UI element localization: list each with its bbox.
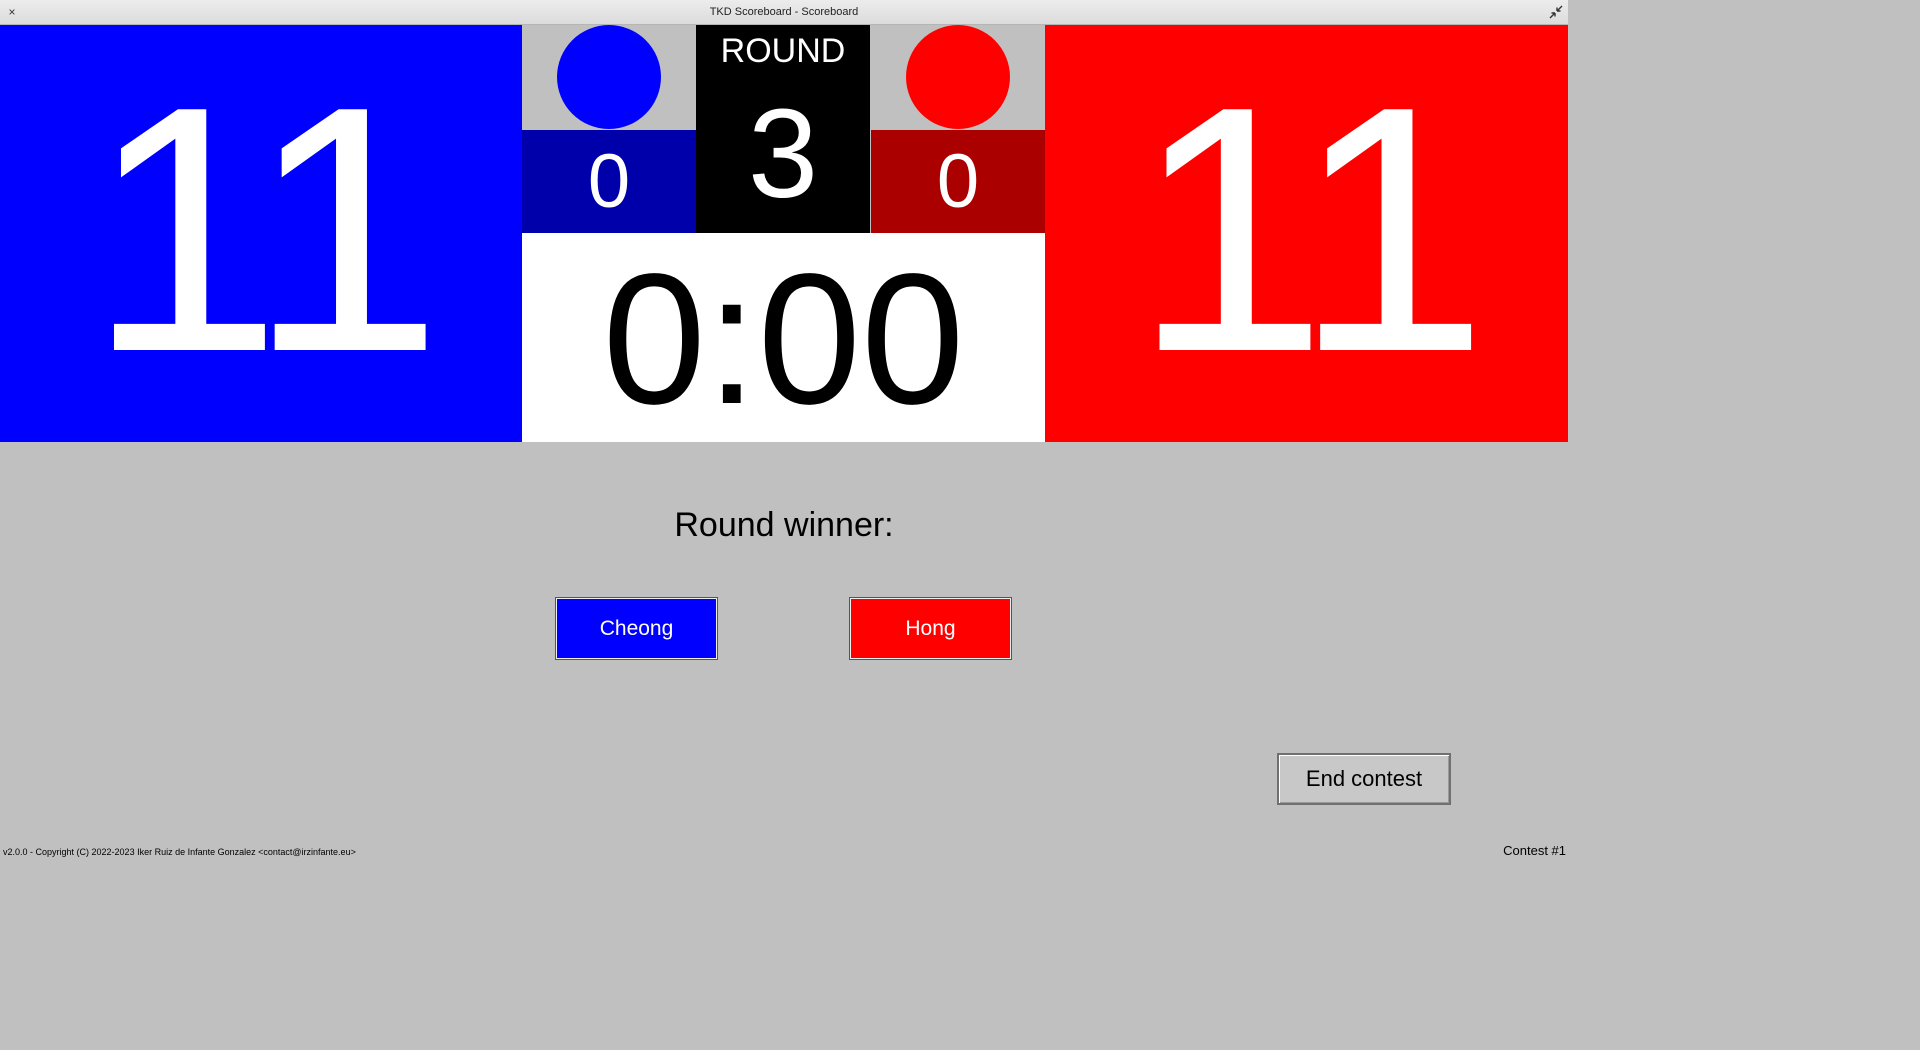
blue-score: 11 [87,34,442,425]
red-indicator-cell [871,25,1045,130]
restore-window-icon[interactable] [1548,4,1564,20]
title-bar: × TKD Scoreboard - Scoreboard [0,0,1568,25]
red-score-panel: 11 [1045,25,1568,442]
timer-panel: 0:00 [522,233,1045,442]
end-contest-button[interactable]: End contest [1277,753,1451,805]
contest-number: Contest #1 [1503,843,1566,858]
blue-indicator-cell [522,25,696,130]
copyright-text: v2.0.0 - Copyright (C) 2022-2023 Iker Ru… [3,847,356,857]
blue-penalty-count: 0 [522,130,696,233]
blue-winner-button[interactable]: Cheong [555,597,718,660]
red-score: 11 [1132,34,1488,425]
blue-score-panel: 11 [0,25,522,442]
scoreboard-window: × TKD Scoreboard - Scoreboard 11 0 ROUND… [0,0,1568,858]
window-title: TKD Scoreboard - Scoreboard [709,6,859,18]
red-penalty-count: 0 [871,130,1045,233]
round-timer: 0:00 [602,236,965,443]
round-info-panel: 0 ROUND 3 0 [522,25,1045,233]
round-winner-prompt: Round winner: [674,506,894,544]
round-box: ROUND 3 [696,25,870,233]
round-label: ROUND [720,32,846,70]
red-indicator-dot [906,25,1010,129]
red-winner-button[interactable]: Hong [849,597,1012,660]
blue-indicator-dot [557,25,661,129]
round-number: 3 [747,83,819,224]
